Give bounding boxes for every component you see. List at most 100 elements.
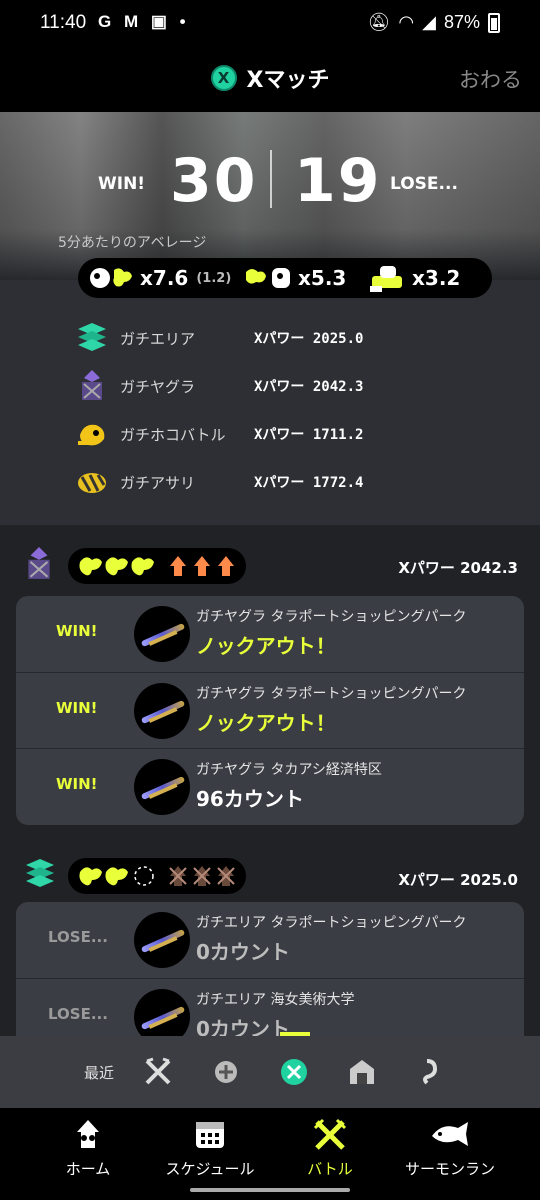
recent-filter-bar: 最近: [0, 1032, 540, 1108]
match-title: ガチヤグラ タカアシ経済特区: [196, 762, 382, 778]
clam-blitz-icon: [78, 473, 106, 493]
status-right: 🔕︎ ◠ ◢ 87%: [368, 12, 500, 33]
xmatch-filter-icon[interactable]: [278, 1056, 310, 1088]
tower-control-icon: [28, 547, 50, 579]
win-splat-icons: [79, 557, 154, 576]
battle-filter-icon[interactable]: [142, 1056, 174, 1088]
mode-power: Xパワー 1711.2: [254, 427, 364, 443]
match-result: LOSE...: [48, 928, 108, 946]
match-title: ガチヤグラ タラポートショッピングパーク: [196, 686, 467, 702]
battery-icon: [488, 12, 500, 33]
calendar-icon: [196, 1122, 224, 1148]
match-result: WIN!: [56, 699, 98, 717]
score-divider: [270, 150, 272, 208]
nav-salmon-run-label: サーモンラン: [404, 1160, 495, 1178]
page-title-text: Xマッチ: [246, 68, 330, 93]
match-result: WIN!: [56, 622, 98, 640]
signal-icon: ◢: [422, 12, 436, 32]
section-power: Xパワー 2042.3: [398, 559, 518, 577]
nav-battle-label: バトル: [307, 1160, 353, 1178]
recent-label: 最近: [84, 1064, 115, 1082]
special-stat: x3.2: [368, 262, 460, 294]
salmon-icon: [432, 1122, 468, 1146]
match-result: WIN!: [56, 775, 98, 793]
average-label: 5分あたりのアベレージ: [58, 235, 207, 251]
match-title: ガチヤグラ タラポートショッピングパーク: [196, 609, 467, 625]
match-score: ノックアウト！: [196, 711, 336, 735]
kill-icon: [90, 268, 132, 288]
scroll-indicator: [280, 1032, 310, 1036]
assist-value: (1.2): [196, 270, 232, 286]
mode-power: Xパワー 1772.4: [254, 475, 364, 491]
special-value: x3.2: [412, 266, 461, 290]
average-stats: x7.6 (1.2) x5.3 x3.2: [78, 258, 492, 298]
battle-icon: [313, 1118, 347, 1150]
tower-control-icon: [82, 370, 102, 400]
death-stat: x5.3: [242, 264, 346, 292]
mode-row-tower-control: ガチヤグラ Xパワー 2042.3: [76, 366, 476, 406]
weapon-icon: [134, 759, 190, 815]
splat-zones-icon: [26, 859, 54, 887]
lost-squid-icons: [169, 866, 235, 886]
match-card[interactable]: WIN! ガチヤグラ タカアシ経済特区 96カウント: [16, 749, 524, 825]
app-header: X Xマッチ おわる: [0, 48, 540, 112]
mode-power: Xパワー 2042.3: [254, 379, 364, 395]
match-result: LOSE...: [48, 1005, 108, 1023]
status-time: 11:40: [40, 12, 87, 33]
wifi-icon: ◠: [398, 12, 415, 32]
nav-home-label: ホーム: [65, 1160, 111, 1178]
home-indicator[interactable]: [190, 1188, 350, 1192]
mute-icon: 🔕︎: [367, 12, 391, 32]
win-count: 30: [170, 146, 258, 216]
xmatch-icon: X: [210, 65, 237, 91]
mode-name: ガチホコバトル: [120, 425, 226, 444]
death-value: x5.3: [298, 266, 347, 290]
status-bar: 11:40 G M ▣ • 🔕︎ ◠ ◢ 87%: [0, 0, 540, 48]
death-icon: [246, 268, 290, 288]
match-title: ガチエリア 海女美術大学: [196, 992, 355, 1008]
section-header: Xパワー 2025.0: [0, 852, 540, 902]
weapon-icon: [134, 912, 190, 968]
match-card[interactable]: LOSE... ガチエリア 海女美術大学 0カウント: [16, 979, 524, 1045]
match-card[interactable]: WIN! ガチヤグラ タラポートショッピングパーク ノックアウト！: [16, 673, 524, 749]
mode-name: ガチヤグラ: [120, 377, 196, 396]
section-power: Xパワー 2025.0: [398, 871, 518, 889]
splat-zones-icon: [78, 323, 106, 351]
notification-icons: G M ▣ •: [98, 12, 190, 31]
match-score: 96カウント: [196, 787, 304, 811]
private-filter-icon[interactable]: [414, 1056, 446, 1088]
squid-icons: [170, 556, 234, 576]
lose-count: 19: [294, 146, 382, 216]
nav-home[interactable]: ホーム: [28, 1118, 148, 1179]
match-card[interactable]: LOSE... ガチエリア タラポートショッピングパーク 0カウント: [16, 902, 524, 978]
match-title: ガチエリア タラポートショッピングパーク: [196, 915, 467, 931]
nav-battle[interactable]: バトル: [270, 1118, 390, 1179]
lose-label: LOSE...: [390, 174, 458, 194]
nav-schedule-label: スケジュール: [165, 1160, 255, 1178]
match-score: 0カウント: [196, 940, 290, 964]
match-score: ノックアウト！: [196, 634, 336, 658]
weapon-icon: [134, 606, 190, 662]
section-header: Xパワー 2042.3: [0, 542, 540, 592]
streak-indicator: [68, 858, 246, 894]
kill-value: x7.6: [140, 266, 189, 290]
mode-row-rainmaker: ガチホコバトル Xパワー 1711.2: [76, 414, 476, 454]
mode-name: ガチエリア: [120, 329, 196, 348]
squid-home-icon: [77, 1120, 99, 1148]
nav-salmon-run[interactable]: サーモンラン: [390, 1118, 510, 1179]
bankara-filter-icon[interactable]: [210, 1056, 242, 1088]
nav-schedule[interactable]: スケジュール: [150, 1118, 270, 1179]
win-splat-icons: [79, 866, 154, 886]
kill-stat: x7.6 (1.2): [88, 264, 231, 292]
special-weapon-icon: [370, 266, 402, 292]
mode-row-clam-blitz: ガチアサリ Xパワー 1772.4: [76, 462, 476, 502]
close-button[interactable]: おわる: [459, 64, 522, 94]
match-card[interactable]: WIN! ガチヤグラ タラポートショッピングパーク ノックアウト！: [16, 596, 524, 672]
mode-row-splat-zones: ガチエリア Xパワー 2025.0: [76, 318, 476, 358]
mode-power: Xパワー 2025.0: [254, 331, 364, 347]
win-label: WIN!: [98, 174, 146, 194]
event-filter-icon[interactable]: [346, 1056, 378, 1088]
battery-percent: 87%: [443, 12, 480, 32]
mode-name: ガチアサリ: [120, 473, 196, 492]
rainmaker-icon: [78, 424, 105, 446]
